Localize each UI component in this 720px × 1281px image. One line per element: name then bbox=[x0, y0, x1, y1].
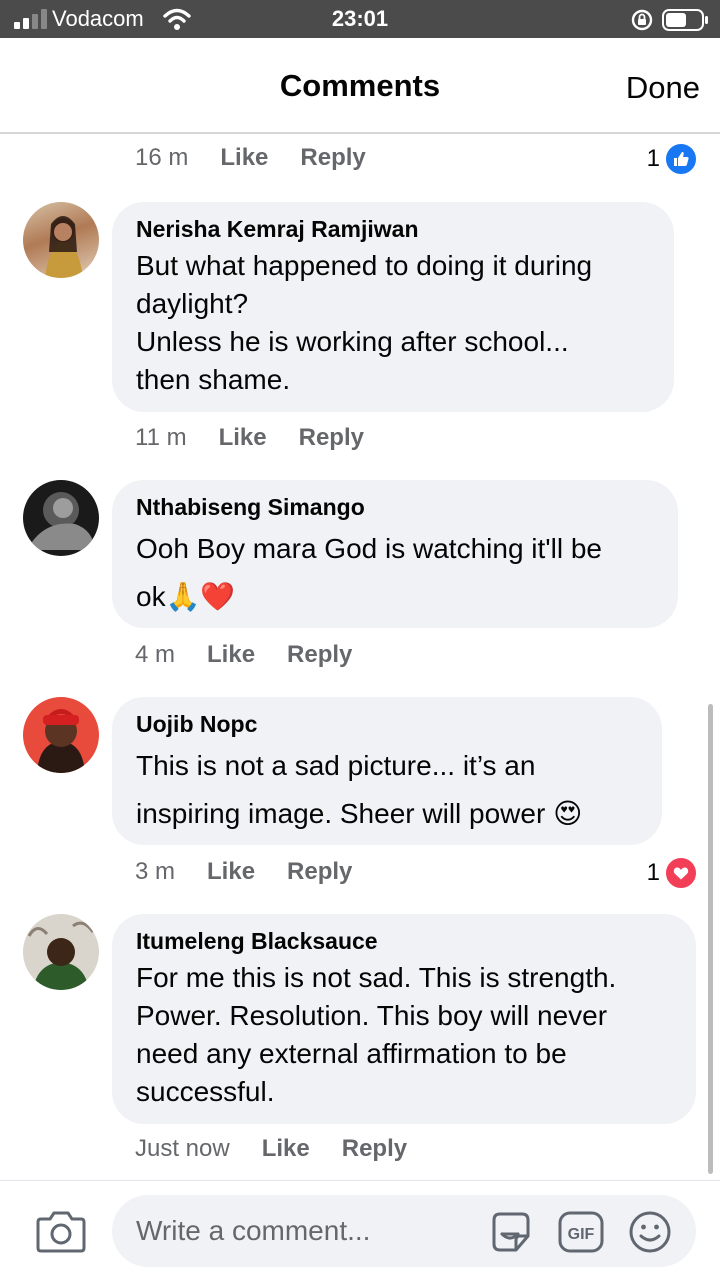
comment-meta: 3 m Like Reply bbox=[135, 858, 352, 886]
sticker-icon[interactable] bbox=[488, 1210, 534, 1254]
battery-icon bbox=[662, 9, 708, 31]
emoji-icon[interactable] bbox=[628, 1210, 672, 1254]
comment-text: For me this is not sad. This is strength… bbox=[136, 959, 672, 1111]
reaction-summary[interactable]: 1 bbox=[647, 142, 698, 176]
like-button[interactable]: Like bbox=[219, 424, 267, 452]
comment-line: But what happened to doing it during bbox=[136, 250, 593, 281]
avatar[interactable] bbox=[23, 480, 99, 556]
comment-line: need any external affirmation to be bbox=[136, 1038, 567, 1069]
like-button[interactable]: Like bbox=[262, 1135, 310, 1163]
love-icon bbox=[664, 856, 698, 890]
comment-meta: 11 m Like Reply bbox=[135, 424, 364, 452]
reply-button[interactable]: Reply bbox=[287, 641, 352, 669]
comment-line: Power. Resolution. This boy will never bbox=[136, 1000, 608, 1031]
comment-line: daylight? bbox=[136, 288, 249, 319]
page-title: Comments bbox=[279, 68, 441, 103]
reply-button[interactable]: Reply bbox=[299, 424, 364, 452]
reply-button[interactable]: Reply bbox=[300, 144, 365, 172]
camera-icon[interactable] bbox=[36, 1209, 86, 1253]
comment-text: Ooh Boy mara God is watching it'll be ok… bbox=[136, 525, 654, 621]
reply-button[interactable]: Reply bbox=[342, 1135, 407, 1163]
comment-author[interactable]: Nerisha Kemraj Ramjiwan bbox=[136, 216, 650, 243]
comment-line: Unless he is working after school... bbox=[136, 326, 569, 357]
comment-bubble: Nerisha Kemraj Ramjiwan But what happene… bbox=[112, 202, 674, 412]
comment-text: This is not a sad picture... it’s an ins… bbox=[136, 742, 638, 838]
comment-time: 11 m bbox=[135, 424, 187, 451]
status-bar: Vodacom 23:01 bbox=[0, 0, 720, 38]
comment-input[interactable]: Write a comment... GIF bbox=[112, 1195, 696, 1267]
comment-bubble: Itumeleng Blacksauce For me this is not … bbox=[112, 914, 696, 1124]
gif-icon[interactable]: GIF bbox=[558, 1211, 604, 1253]
comment-meta: 4 m Like Reply bbox=[135, 641, 352, 669]
like-button[interactable]: Like bbox=[207, 641, 255, 669]
comment-text: But what happened to doing it during day… bbox=[136, 247, 650, 399]
like-icon bbox=[664, 142, 698, 176]
reaction-summary[interactable]: 1 bbox=[647, 856, 698, 890]
comment-line: ok🙏❤️ bbox=[136, 581, 236, 612]
avatar[interactable] bbox=[23, 697, 99, 773]
comment-line: Ooh Boy mara God is watching it'll be bbox=[136, 533, 603, 564]
comment-author[interactable]: Uojib Nopc bbox=[136, 711, 638, 738]
comment-input-placeholder: Write a comment... bbox=[136, 1215, 371, 1246]
comment-time: Just now bbox=[135, 1135, 230, 1162]
comment-meta: 16 m Like Reply bbox=[135, 144, 366, 172]
reply-button[interactable]: Reply bbox=[287, 858, 352, 886]
rotation-lock-icon bbox=[631, 9, 653, 31]
comment-list[interactable]: 16 m Like Reply 1 Nerisha Kemraj Ramjiwa… bbox=[0, 134, 720, 1180]
comment-time: 3 m bbox=[135, 858, 176, 885]
comment-time: 4 m bbox=[135, 641, 176, 668]
avatar[interactable] bbox=[23, 202, 99, 278]
like-button[interactable]: Like bbox=[220, 144, 268, 172]
comment-author[interactable]: Itumeleng Blacksauce bbox=[136, 928, 672, 955]
comment-line: then shame. bbox=[136, 364, 291, 395]
comment-line: For me this is not sad. This is strength… bbox=[136, 962, 617, 993]
clock: 23:01 bbox=[331, 6, 389, 31]
done-button[interactable]: Done bbox=[626, 70, 700, 106]
comments-header: Comments Done bbox=[0, 38, 720, 134]
comment-author[interactable]: Nthabiseng Simango bbox=[136, 494, 654, 521]
comment-time: 16 m bbox=[135, 144, 189, 171]
reaction-count: 1 bbox=[646, 859, 660, 886]
comment-line: This is not a sad picture... it’s an bbox=[136, 750, 536, 781]
comment-line: successful. bbox=[136, 1076, 275, 1107]
comment-bubble: Nthabiseng Simango Ooh Boy mara God is w… bbox=[112, 480, 678, 628]
like-button[interactable]: Like bbox=[207, 858, 255, 886]
comment-line: inspiring image. Sheer will power 😍 bbox=[136, 798, 583, 829]
svg-text:GIF: GIF bbox=[568, 1226, 595, 1243]
comment-meta: Just now Like Reply bbox=[135, 1135, 407, 1163]
comment-composer: Write a comment... GIF bbox=[0, 1180, 720, 1281]
reaction-count: 1 bbox=[646, 145, 660, 172]
comment-bubble: Uojib Nopc This is not a sad picture... … bbox=[112, 697, 662, 845]
avatar[interactable] bbox=[23, 914, 99, 990]
scrollbar[interactable] bbox=[708, 704, 713, 1174]
